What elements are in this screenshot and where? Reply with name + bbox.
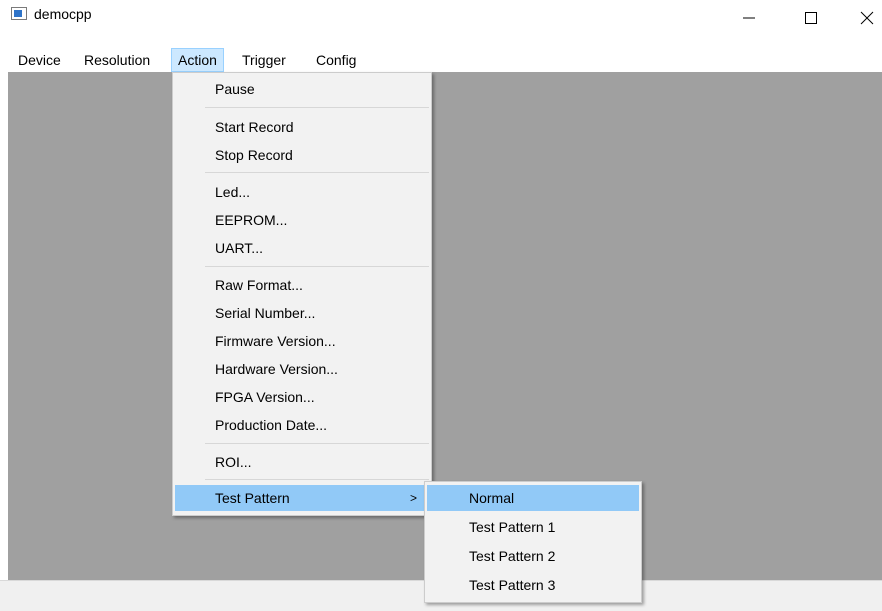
menu-item-hardware-version[interactable]: Hardware Version... <box>175 356 429 382</box>
action-menu: Pause Start Record Stop Record Led... EE… <box>172 72 432 516</box>
submenu-item-test-pattern-3[interactable]: Test Pattern 3 <box>427 572 639 598</box>
menu-action[interactable]: Action <box>171 48 224 72</box>
maximize-icon <box>805 12 817 24</box>
close-button[interactable] <box>844 0 882 36</box>
maximize-button[interactable] <box>788 0 834 36</box>
menu-separator <box>205 443 429 444</box>
submenu-item-test-pattern-2[interactable]: Test Pattern 2 <box>427 543 639 569</box>
title-bar: democpp <box>0 0 882 44</box>
window-title: democpp <box>34 6 92 22</box>
menu-item-serial-number[interactable]: Serial Number... <box>175 300 429 326</box>
menu-item-fpga-version[interactable]: FPGA Version... <box>175 384 429 410</box>
submenu-item-test-pattern-1[interactable]: Test Pattern 1 <box>427 514 639 540</box>
menu-separator <box>205 107 429 108</box>
menu-item-pause[interactable]: Pause <box>175 76 429 102</box>
minimize-button[interactable] <box>726 0 772 36</box>
menu-config[interactable]: Config <box>310 48 362 72</box>
menu-item-stop-record[interactable]: Stop Record <box>175 142 429 168</box>
menu-separator <box>205 479 429 480</box>
menu-item-raw-format[interactable]: Raw Format... <box>175 272 429 298</box>
menu-item-firmware-version[interactable]: Firmware Version... <box>175 328 429 354</box>
menu-item-start-record[interactable]: Start Record <box>175 114 429 140</box>
menu-resolution[interactable]: Resolution <box>78 48 156 72</box>
minimize-icon <box>743 17 755 19</box>
menu-item-eeprom[interactable]: EEPROM... <box>175 207 429 233</box>
menu-item-uart[interactable]: UART... <box>175 235 429 261</box>
menu-separator <box>205 266 429 267</box>
window-app-icon <box>11 7 27 20</box>
test-pattern-submenu: Normal Test Pattern 1 Test Pattern 2 Tes… <box>424 481 642 603</box>
menu-trigger[interactable]: Trigger <box>236 48 292 72</box>
menu-device[interactable]: Device <box>12 48 67 72</box>
submenu-item-normal[interactable]: Normal <box>427 485 639 511</box>
menu-item-led[interactable]: Led... <box>175 179 429 205</box>
close-icon <box>860 11 874 25</box>
menu-item-test-pattern[interactable]: Test Pattern > <box>175 485 429 511</box>
menu-item-test-pattern-label: Test Pattern <box>215 490 290 506</box>
menu-separator <box>205 172 429 173</box>
submenu-arrow-icon: > <box>409 491 417 505</box>
menu-item-production-date[interactable]: Production Date... <box>175 412 429 438</box>
menu-item-roi[interactable]: ROI... <box>175 449 429 475</box>
menu-bar: Device Resolution Action Trigger Config <box>0 48 882 72</box>
